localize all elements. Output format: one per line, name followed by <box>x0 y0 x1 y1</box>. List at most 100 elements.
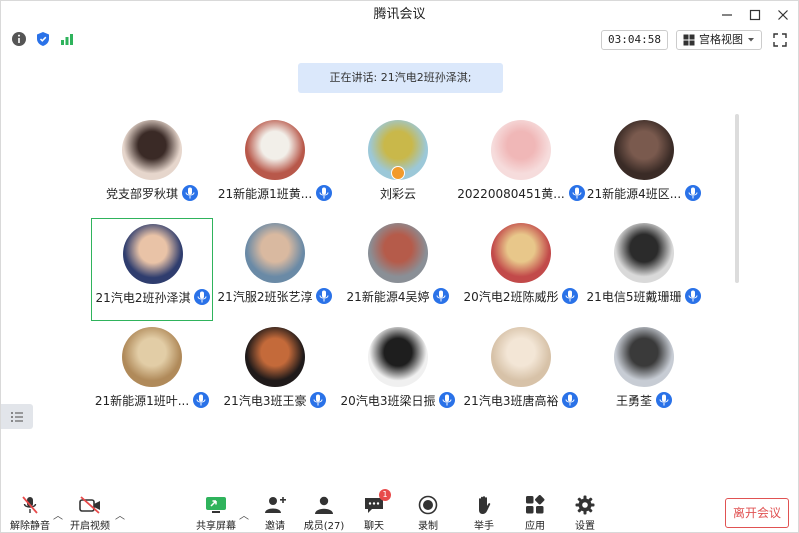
participant-tile[interactable]: 21汽电3班唐高裕 <box>460 322 582 425</box>
participant-name-row: 20汽电3班梁日振 <box>337 390 459 410</box>
participant-name: 21新能源4吴婷 <box>346 289 430 304</box>
apps-button[interactable]: 应用 <box>510 495 560 532</box>
participant-list-toggle[interactable] <box>1 404 33 429</box>
close-icon <box>778 10 788 20</box>
unmute-button[interactable]: 解除静音 <box>5 495 55 532</box>
window-title: 腾讯会议 <box>373 7 426 22</box>
participant-tile[interactable]: 21电信5班戴珊珊 <box>583 218 705 321</box>
avatar <box>614 223 674 283</box>
participant-name-row: 21新能源1班黄... <box>214 183 336 203</box>
chat-button[interactable]: 1 聊天 <box>349 489 399 532</box>
apps-label: 应用 <box>525 521 545 532</box>
participant-name: 21汽服2班张艺淳 <box>217 289 313 304</box>
participant-name-row: 21汽电2班孙泽淇 <box>92 287 214 307</box>
participant-name: 王勇荃 <box>615 393 652 408</box>
mic-icon <box>439 392 456 408</box>
view-mode-dropdown[interactable]: 宫格视图 <box>676 30 762 50</box>
participant-tile[interactable]: 21新能源1班叶... <box>91 322 213 425</box>
chevron-down-icon <box>748 38 754 42</box>
mic-icon <box>685 288 702 304</box>
mic-icon <box>685 185 702 201</box>
mic-icon <box>433 288 450 304</box>
participant-name: 20汽电3班梁日振 <box>340 393 436 408</box>
participant-tile[interactable]: 21汽服2班张艺淳 <box>214 218 336 321</box>
security-button[interactable] <box>35 31 51 47</box>
avatar <box>368 223 428 283</box>
start-video-button[interactable]: 开启视频 <box>65 495 115 532</box>
settings-button[interactable]: 设置 <box>560 495 610 532</box>
raise-hand-label: 举手 <box>474 521 494 532</box>
share-screen-label: 共享屏幕 <box>196 521 236 532</box>
participant-tile[interactable]: 21新能源4吴婷 <box>337 218 459 321</box>
grid-view-icon <box>683 34 695 46</box>
share-screen-button[interactable]: 共享屏幕 <box>191 495 241 532</box>
meeting-toolbar: 03:04:58 宫格视图 <box>1 29 798 53</box>
maximize-icon <box>749 9 761 21</box>
control-bar: 解除静音 ︿ 开启视频 ︿ 共享屏幕 ︿ 邀请 成员(27) 1 聊天 录制 举… <box>1 489 798 533</box>
settings-label: 设置 <box>575 521 595 532</box>
grid-scrollbar[interactable] <box>735 114 739 283</box>
maximize-button[interactable] <box>748 8 762 22</box>
signal-icon <box>61 34 73 45</box>
invite-button[interactable]: 邀请 <box>250 495 300 532</box>
share-screen-icon <box>206 497 226 513</box>
participant-name-row: 21汽电3班唐高裕 <box>460 390 582 410</box>
participant-tile[interactable]: 20汽电3班梁日振 <box>337 322 459 425</box>
close-button[interactable] <box>776 8 790 22</box>
avatar <box>122 327 182 387</box>
avatar <box>245 327 305 387</box>
members-button[interactable]: 成员(27) <box>299 495 349 532</box>
participant-name: 21汽电3班唐高裕 <box>463 393 559 408</box>
minimize-icon <box>722 14 732 16</box>
participant-name: 21新能源1班叶... <box>94 393 190 408</box>
mic-icon <box>193 392 210 408</box>
participant-name: 党支部罗秋琪 <box>105 186 178 201</box>
participant-name-row: 20220080451黄... <box>457 183 585 203</box>
window-controls <box>720 1 790 29</box>
participant-name-row: 21电信5班戴珊珊 <box>583 286 705 306</box>
video-options-caret[interactable]: ︿ <box>115 507 125 522</box>
leave-meeting-button[interactable]: 离开会议 <box>725 498 789 528</box>
fullscreen-button[interactable] <box>770 30 790 50</box>
participant-tile[interactable]: 王勇荃 <box>583 322 705 425</box>
raise-hand-button[interactable]: 举手 <box>459 495 509 532</box>
record-button[interactable]: 录制 <box>403 495 453 532</box>
list-icon <box>11 411 23 422</box>
mic-icon <box>316 185 333 201</box>
participant-tile[interactable]: 20汽电2班陈威彤 <box>460 218 582 321</box>
share-options-caret[interactable]: ︿ <box>239 507 249 522</box>
unmute-label: 解除静音 <box>10 521 50 532</box>
shield-icon <box>37 32 49 46</box>
participant-name: 21汽电3班王豪 <box>223 393 307 408</box>
participant-tile[interactable]: 21汽电3班王豪 <box>214 322 336 425</box>
participant-name-row: 党支部罗秋琪 <box>91 183 213 203</box>
invite-label: 邀请 <box>265 521 285 532</box>
meeting-timer: 03:04:58 <box>601 30 668 50</box>
participant-name-row: 王勇荃 <box>583 390 705 410</box>
participant-tile[interactable]: 20220080451黄... <box>457 115 585 218</box>
participant-tile[interactable]: 21新能源1班黄... <box>214 115 336 218</box>
avatar <box>614 327 674 387</box>
participant-name-row: 21新能源4班区... <box>583 183 705 203</box>
participant-tile[interactable]: 党支部罗秋琪 <box>91 115 213 218</box>
avatar <box>614 120 674 180</box>
mic-icon <box>194 289 211 305</box>
participant-tile[interactable]: 21新能源4班区... <box>583 115 705 218</box>
view-mode-label: 宫格视图 <box>699 33 743 46</box>
avatar <box>245 120 305 180</box>
audio-options-caret[interactable]: ︿ <box>53 507 63 522</box>
network-status-button[interactable] <box>59 31 75 47</box>
avatar <box>245 223 305 283</box>
chat-unread-badge: 1 <box>379 489 391 501</box>
participant-tile-active[interactable]: 21汽电2班孙泽淇 <box>91 218 213 321</box>
meeting-info-button[interactable] <box>11 31 27 47</box>
avatar <box>368 327 428 387</box>
add-person-icon <box>265 497 286 513</box>
participant-name: 21电信5班戴珊珊 <box>586 289 682 304</box>
mic-icon <box>562 392 579 408</box>
fullscreen-icon <box>773 33 787 47</box>
participant-name-row: 21新能源4吴婷 <box>337 286 459 306</box>
minimize-button[interactable] <box>720 8 734 22</box>
participant-tile[interactable]: 刘彩云 <box>337 115 459 218</box>
members-label: 成员(27) <box>303 521 345 532</box>
